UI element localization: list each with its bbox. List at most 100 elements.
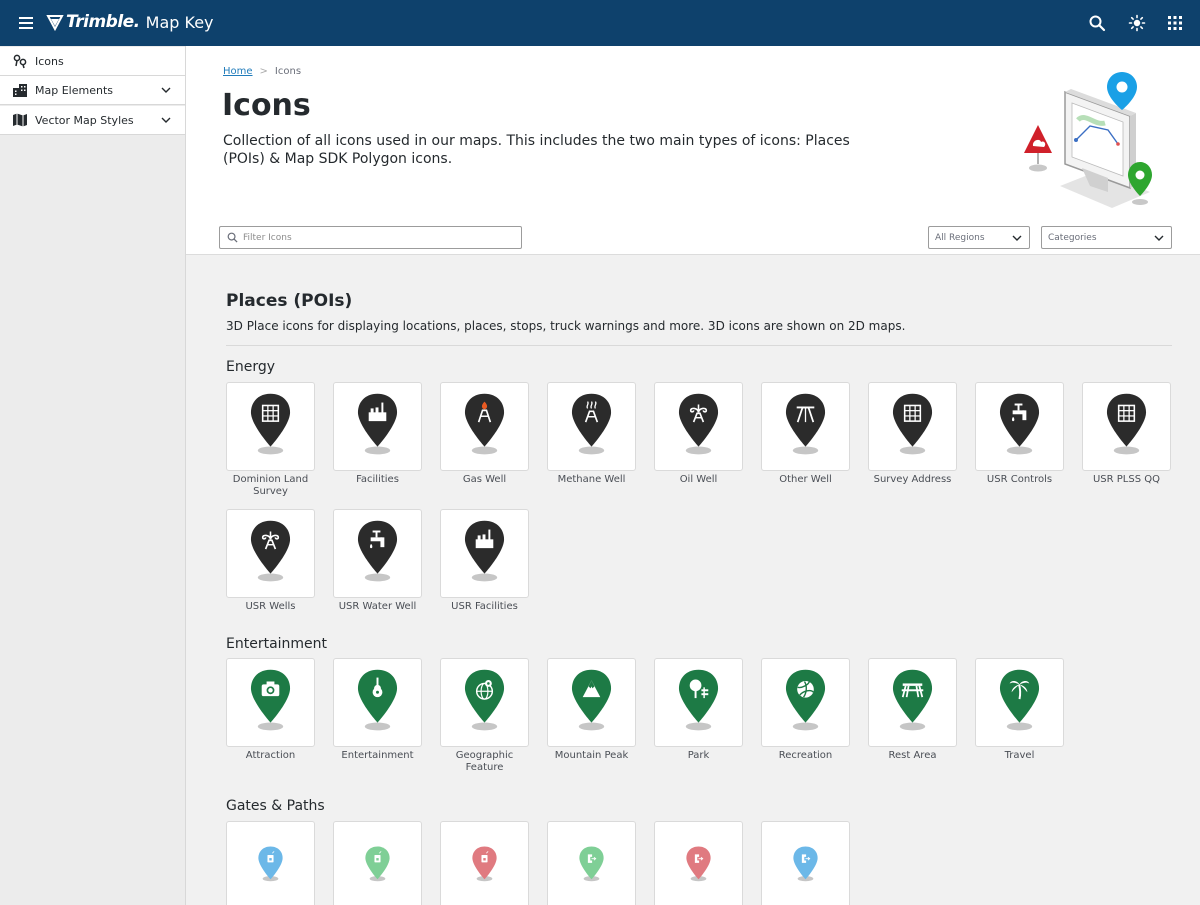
ball-pin-icon: [785, 669, 826, 731]
icon-tile-preview: [333, 509, 422, 598]
sidebar-item-map-elements[interactable]: Map Elements: [0, 76, 185, 105]
icon-tile-preview: [226, 821, 315, 905]
icon-tile[interactable]: Travel: [975, 658, 1064, 762]
icon-tile-label: USR PLSS QQ: [1092, 474, 1160, 485]
trimble-logo[interactable]: Trimble. Map Key: [46, 12, 214, 32]
icon-tile[interactable]: Entertainment: [333, 658, 422, 762]
icon-tile-label: Other Well: [779, 474, 832, 485]
regions-select-value: All Regions: [935, 232, 985, 243]
top-bar: Trimble. Map Key: [0, 0, 1200, 46]
mountain-pin-icon: [571, 669, 612, 731]
gate-pin-icon: [472, 846, 497, 882]
icon-tile[interactable]: Methane Well: [547, 382, 636, 486]
sidebar-item-label: Icons: [35, 54, 64, 68]
park-pin-icon: [678, 669, 719, 731]
icon-tile[interactable]: Facilities: [333, 382, 422, 486]
globe-pin-icon: [464, 669, 505, 731]
icon-tile-preview: [333, 821, 422, 905]
icon-tile[interactable]: USR Wells: [226, 509, 315, 613]
icon-tile[interactable]: Rest Area: [868, 658, 957, 762]
icon-tile[interactable]: Geographic Feature: [440, 658, 529, 774]
icons-content: Places (POIs) 3D Place icons for display…: [186, 255, 1200, 905]
breadcrumb: Home > Icons: [223, 66, 302, 77]
group-title-energy: Energy: [226, 359, 276, 375]
icon-tile-preview: [226, 382, 315, 471]
sidebar: Icons Map Elements Vector Map Styles: [0, 46, 186, 905]
icon-tile-label: Entertainment: [341, 750, 414, 761]
oilwell-pin-icon: [250, 520, 291, 582]
icon-tile[interactable]: Dominion Land Survey: [226, 382, 315, 498]
icon-tile-label: Geographic Feature: [455, 750, 514, 773]
page-header: Home > Icons Icons Collection of all icons…: [186, 46, 1200, 255]
gatearrow-pin-icon: [686, 846, 711, 882]
map-icon: [13, 113, 27, 127]
gatearrow-pin-icon: [793, 846, 818, 882]
sidebar-item-vector-map-styles[interactable]: Vector Map Styles: [0, 106, 185, 135]
icon-tile[interactable]: Recreation: [761, 658, 850, 762]
icon-tile[interactable]: USR Water Well: [333, 509, 422, 613]
icon-tile[interactable]: USR Controls: [975, 382, 1064, 486]
tap-pin-icon: [999, 393, 1040, 455]
regions-select[interactable]: All Regions: [928, 226, 1030, 249]
search-icon[interactable]: [1088, 14, 1106, 32]
icon-tile-preview: [440, 658, 529, 747]
page-description: Collection of all icons used in our maps…: [223, 133, 850, 167]
filter-icons-input[interactable]: [243, 232, 503, 243]
icon-tile-label: Facilities: [356, 474, 399, 485]
icon-tile-label: Oil Well: [679, 474, 718, 485]
theme-sun-icon[interactable]: [1128, 14, 1146, 32]
map-pins-icon: [13, 54, 27, 69]
chevron-down-icon[interactable]: [161, 115, 171, 125]
icon-tile-preview: [333, 382, 422, 471]
icon-tile[interactable]: [333, 821, 422, 905]
icon-tile-preview: [1082, 382, 1171, 471]
icon-tile[interactable]: Oil Well: [654, 382, 743, 486]
icon-tile[interactable]: [761, 821, 850, 905]
icon-tile[interactable]: Other Well: [761, 382, 850, 486]
sidebar-item-label: Map Elements: [35, 83, 113, 97]
categories-select[interactable]: Categories: [1041, 226, 1172, 249]
otherwell-pin-icon: [785, 393, 826, 455]
menu-icon[interactable]: [19, 17, 33, 29]
camera-pin-icon: [250, 669, 291, 731]
icon-tile-preview: [547, 658, 636, 747]
icon-tile[interactable]: Survey Address: [868, 382, 957, 486]
icon-tile-preview: [547, 821, 636, 905]
icon-tile[interactable]: [226, 821, 315, 905]
computer-map-illustration: [1024, 72, 1152, 208]
icon-tile[interactable]: Gas Well: [440, 382, 529, 486]
chevron-down-icon[interactable]: [161, 85, 171, 95]
icon-tile[interactable]: [440, 821, 529, 905]
icon-tile[interactable]: [547, 821, 636, 905]
section-title: Places (POIs): [226, 291, 353, 311]
factory-pin-icon: [357, 393, 398, 455]
icon-tile-preview: [440, 382, 529, 471]
gate-pin-icon: [365, 846, 390, 882]
chevron-down-icon: [1012, 235, 1022, 241]
icon-tile-label: Park: [687, 750, 710, 761]
icon-tile-preview: [654, 658, 743, 747]
icon-tile-label: USR Water Well: [338, 601, 417, 612]
grid-pin-icon: [250, 393, 291, 455]
icon-tile-preview: [761, 658, 850, 747]
sidebar-item-icons[interactable]: Icons: [0, 47, 185, 76]
icon-tile-preview: [440, 509, 529, 598]
icon-tile[interactable]: USR PLSS QQ: [1082, 382, 1171, 486]
icon-tile[interactable]: Mountain Peak: [547, 658, 636, 762]
app-name: Map Key: [145, 12, 214, 32]
icon-tile[interactable]: Park: [654, 658, 743, 762]
filter-icons-input-wrapper[interactable]: [219, 226, 522, 249]
icon-tile[interactable]: Attraction: [226, 658, 315, 762]
breadcrumb-current: Icons: [274, 66, 302, 77]
icon-tile-preview: [654, 382, 743, 471]
icon-tile[interactable]: [654, 821, 743, 905]
group-title-gates-paths: Gates & Paths: [226, 798, 325, 814]
gaswell-pin-icon: [464, 393, 505, 455]
app-grid-icon[interactable]: [1166, 14, 1184, 32]
icon-tile[interactable]: USR Facilities: [440, 509, 529, 613]
icon-tile-label: USR Controls: [986, 474, 1053, 485]
section-description: 3D Place icons for displaying locations,…: [226, 319, 906, 333]
palm-pin-icon: [999, 669, 1040, 731]
breadcrumb-home-link[interactable]: Home: [223, 66, 253, 77]
icon-tile-label: Methane Well: [557, 474, 626, 485]
